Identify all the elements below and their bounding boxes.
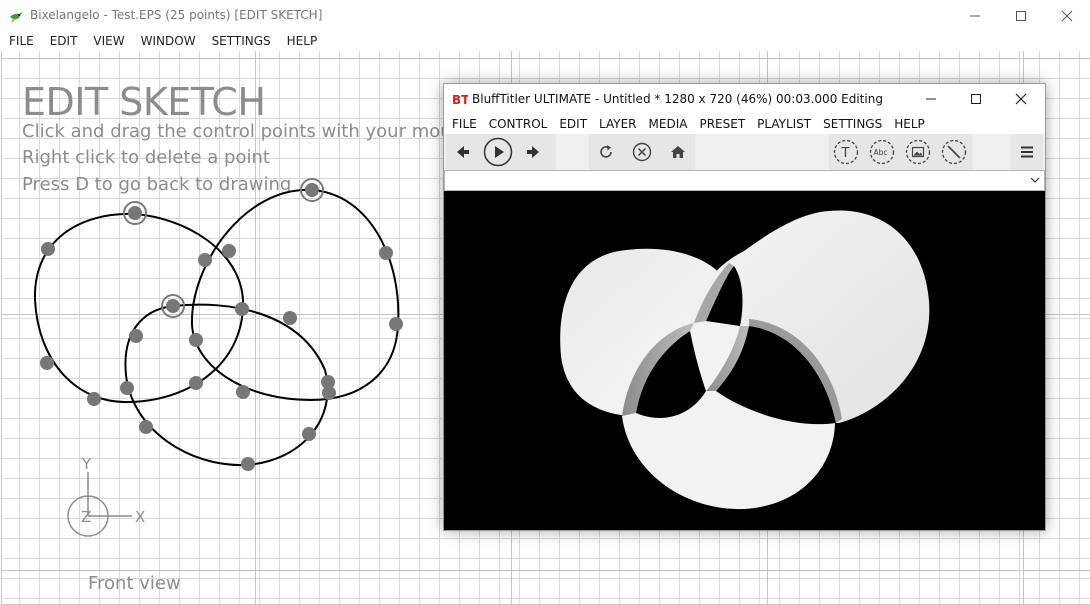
control-point[interactable]: [87, 392, 101, 406]
blufftitler-logo: BT: [452, 93, 468, 107]
control-point[interactable]: [41, 242, 55, 256]
abc-layer-icon: Abc: [869, 139, 895, 165]
control-point[interactable]: [189, 376, 203, 390]
rendered-3d-shape: [560, 210, 930, 510]
render-preview[interactable]: [444, 191, 1045, 530]
home-button[interactable]: [663, 137, 693, 167]
bt-window-title: BluffTitler ULTIMATE - Untitled * 1280 x…: [472, 92, 883, 106]
axis-z-label: Z: [81, 508, 91, 526]
svg-text:BT: BT: [452, 93, 468, 107]
bt-menu-control[interactable]: CONTROL: [483, 115, 554, 133]
bt-minimize-button[interactable]: [908, 84, 953, 114]
bt-menu-settings[interactable]: SETTINGS: [817, 115, 888, 133]
no-layer-icon: [941, 139, 967, 165]
hamburger-menu-icon: [1021, 146, 1033, 158]
control-point[interactable]: [283, 311, 297, 325]
cancel-button[interactable]: [627, 137, 657, 167]
control-point[interactable]: [379, 246, 393, 260]
control-point[interactable]: [120, 381, 134, 395]
picture-layer-icon: [905, 139, 931, 165]
control-point[interactable]: [189, 333, 203, 347]
maximize-icon: [970, 94, 981, 104]
arrow-right-icon: [527, 146, 539, 158]
layer-group: T Abc: [829, 134, 973, 170]
control-point[interactable]: [302, 427, 316, 441]
svg-text:Abc: Abc: [874, 148, 888, 157]
bt-menu-playlist[interactable]: PLAYLIST: [751, 115, 817, 133]
close-icon: [1015, 93, 1026, 105]
sketch-curve[interactable]: [33, 212, 245, 404]
control-point[interactable]: [129, 329, 143, 343]
refresh-button[interactable]: [591, 137, 621, 167]
hamburger-menu-button[interactable]: [1012, 137, 1042, 167]
bt-menu-edit[interactable]: EDIT: [553, 115, 593, 133]
control-point[interactable]: [389, 317, 403, 331]
bt-maximize-button[interactable]: [953, 84, 998, 114]
bt-menubar: FILE CONTROL EDIT LAYER MEDIA PRESET PLA…: [444, 114, 1047, 134]
bt-menu-layer[interactable]: LAYER: [593, 115, 643, 133]
control-point[interactable]: [235, 302, 249, 316]
play-button[interactable]: [483, 137, 513, 167]
edit-group: [589, 134, 695, 170]
view-label: Front view: [88, 573, 181, 594]
bt-menu-file[interactable]: FILE: [446, 115, 483, 133]
bt-toolbar: T Abc: [444, 134, 1045, 170]
text-layer-icon: T: [833, 139, 859, 165]
refresh-icon: [600, 145, 612, 158]
menu-group: [1010, 134, 1043, 170]
minimize-icon: [925, 98, 936, 100]
sketch-curve[interactable]: [190, 188, 400, 402]
sketch-curve[interactable]: [124, 303, 329, 467]
layer-select-dropdown[interactable]: [444, 170, 1045, 191]
cancel-icon: [632, 142, 652, 162]
add-abc-layer-button[interactable]: Abc: [867, 137, 897, 167]
playback-group: [446, 134, 556, 170]
svg-text:T: T: [841, 146, 850, 161]
no-layer-button[interactable]: [939, 137, 969, 167]
forward-button[interactable]: [518, 137, 548, 167]
control-point[interactable]: [236, 385, 250, 399]
add-text-layer-button[interactable]: T: [831, 137, 861, 167]
control-point[interactable]: [241, 457, 255, 471]
axis-gizmo: [67, 472, 132, 537]
control-point[interactable]: [222, 244, 236, 258]
control-point[interactable]: [198, 253, 212, 267]
dropdown-toggle[interactable]: [1028, 172, 1042, 188]
arrow-left-icon: [457, 146, 469, 158]
bt-menu-preset[interactable]: PRESET: [693, 115, 751, 133]
add-picture-layer-button[interactable]: [903, 137, 933, 167]
back-button[interactable]: [448, 137, 478, 167]
bt-close-button[interactable]: [998, 84, 1043, 114]
bt-titlebar: BT BluffTitler ULTIMATE - Untitled * 128…: [444, 84, 1045, 114]
bt-menu-help[interactable]: HELP: [888, 115, 931, 133]
bt-menu-media[interactable]: MEDIA: [643, 115, 694, 133]
axis-y-label: Y: [81, 455, 92, 473]
axis-x-label: X: [135, 508, 145, 526]
chevron-down-icon: [1030, 177, 1040, 183]
home-icon: [671, 146, 685, 158]
control-point[interactable]: [322, 386, 336, 400]
blufftitler-window[interactable]: BT BluffTitler ULTIMATE - Untitled * 128…: [443, 83, 1046, 531]
play-icon: [483, 137, 513, 167]
control-point[interactable]: [40, 356, 54, 370]
control-point[interactable]: [139, 420, 153, 434]
